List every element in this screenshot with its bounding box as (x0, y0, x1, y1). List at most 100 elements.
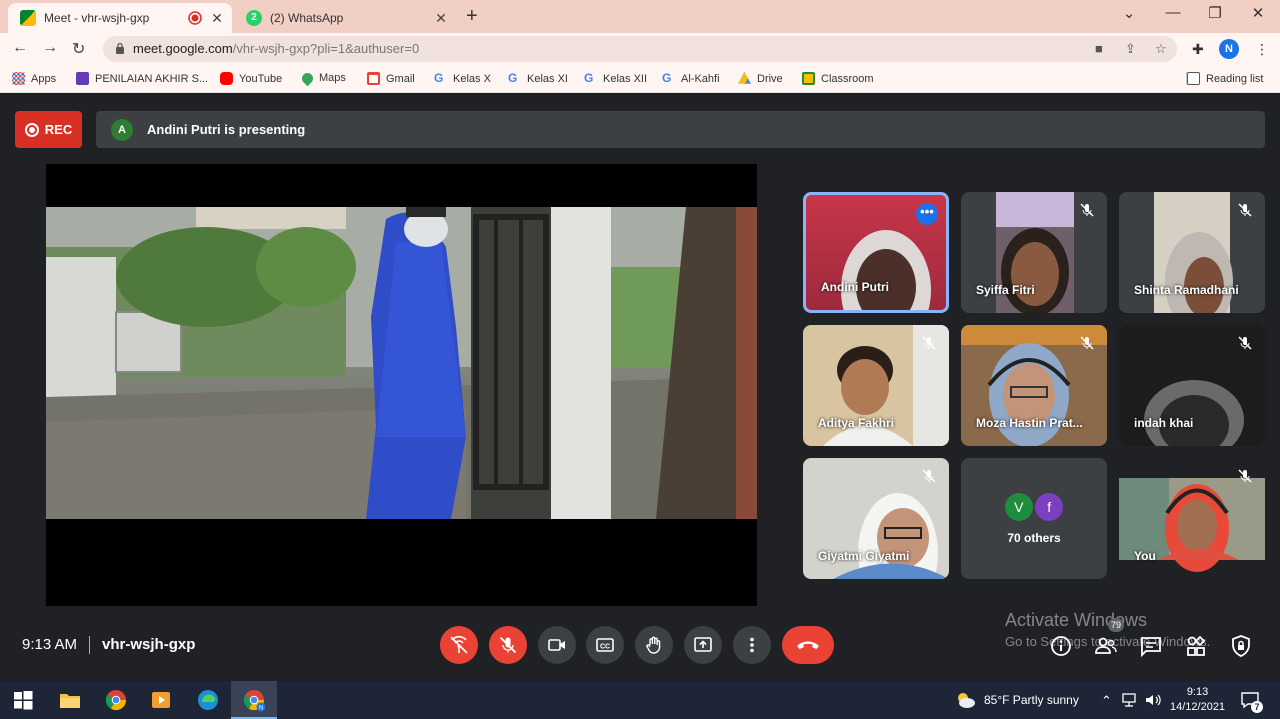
meeting-info: 9:13 AM vhr-wsjh-gxp (22, 636, 195, 655)
participant-tile-giyatmi[interactable]: Giyatmi Giyatmi (803, 458, 949, 579)
drive-icon (738, 72, 751, 84)
bookmark-kelas-x[interactable]: G Kelas X (434, 72, 491, 85)
reload-icon[interactable]: ↻ (72, 39, 85, 59)
back-arrow-icon[interactable]: ← (12, 39, 28, 57)
captions-button[interactable]: CC (586, 626, 624, 664)
participant-tile-shinta-ramadhani[interactable]: Shinta Ramadhani (1119, 192, 1265, 313)
present-now-button[interactable] (684, 626, 722, 664)
microphone-button[interactable] (489, 626, 527, 664)
raise-hand-button[interactable] (635, 626, 673, 664)
close-tab-icon[interactable]: ✕ (432, 10, 450, 27)
meeting-details-icon[interactable] (1049, 634, 1073, 658)
recording-icon (188, 11, 202, 25)
video-camera-icon (548, 639, 565, 651)
close-window-button[interactable]: ✕ (1243, 4, 1273, 22)
weather-partly-sunny-icon (958, 693, 975, 708)
record-dot-icon (24, 122, 39, 137)
participant-tile-others[interactable]: V f 70 others (961, 458, 1107, 579)
camera-icon[interactable]: ■ (1095, 41, 1103, 56)
google-icon: G (584, 71, 594, 85)
close-tab-icon[interactable]: ✕ (208, 10, 226, 27)
participant-name: Giyatmi Giyatmi (818, 549, 910, 563)
people-icon[interactable] (1094, 634, 1118, 658)
file-explorer-icon[interactable] (58, 688, 82, 712)
presenting-banner: A Andini Putri is presenting (96, 111, 1265, 148)
show-hidden-icons[interactable]: ⌃ (1101, 693, 1112, 709)
mic-off-icon (922, 336, 936, 350)
system-clock[interactable]: 9:13 14/12/2021 (1170, 685, 1225, 715)
present-toggle-button[interactable] (440, 626, 478, 664)
presenter-text: Andini Putri is presenting (147, 122, 306, 137)
google-icon: G (434, 71, 444, 85)
star-icon[interactable]: ☆ (1155, 41, 1167, 57)
participant-name: Moza Hastin Prat... (976, 416, 1083, 430)
leave-call-button[interactable] (782, 626, 834, 664)
forms-icon (76, 72, 89, 85)
network-icon[interactable] (1122, 693, 1140, 707)
weather-text[interactable]: 85°F Partly sunny (984, 693, 1079, 707)
hand-icon (646, 636, 661, 654)
taskbar-chrome-active[interactable]: N (231, 681, 277, 719)
bookmark-maps[interactable]: Maps (299, 70, 346, 86)
bookmark-kelas-xi[interactable]: G Kelas XI (508, 72, 568, 85)
bookmark-apps[interactable]: Apps (12, 72, 56, 85)
notifications-button[interactable]: 7 (1240, 690, 1263, 713)
mic-off-icon (1080, 203, 1094, 217)
chrome-icon[interactable] (104, 688, 128, 712)
menu-icon[interactable]: ⋮ (1255, 41, 1269, 58)
bookmark-classroom[interactable]: Classroom (802, 72, 874, 85)
google-icon: G (662, 71, 672, 85)
present-screen-icon (694, 637, 712, 652)
participant-tile-indah-khai[interactable]: indah khai (1119, 325, 1265, 446)
bookmark-penilaian[interactable]: PENILAIAN AKHIR S... (76, 72, 208, 85)
forward-arrow-icon[interactable]: → (42, 39, 58, 57)
host-controls-icon[interactable] (1229, 634, 1253, 658)
people-count-badge: 79 (1108, 618, 1124, 632)
current-time: 9:13 AM (22, 636, 78, 653)
bookmark-drive[interactable]: Drive (738, 72, 783, 85)
activities-icon[interactable] (1184, 634, 1208, 658)
participant-name: Syiffa Fitri (976, 283, 1035, 297)
tab-search-icon[interactable]: ⌄ (1114, 4, 1144, 22)
extensions-icon[interactable]: ✚ (1192, 41, 1204, 58)
youtube-icon (220, 72, 233, 85)
windows-taskbar: N 85°F Partly sunny ⌃ 9:13 14/12/2021 7 (0, 681, 1280, 719)
participant-name: You (1134, 549, 1156, 563)
edge-icon[interactable] (196, 688, 220, 712)
windows-start-icon[interactable] (11, 688, 35, 712)
camera-button[interactable] (538, 626, 576, 664)
whatsapp-icon: 2 (246, 10, 262, 26)
presentation-video[interactable] (46, 164, 757, 606)
classroom-icon (802, 72, 815, 85)
volume-icon[interactable] (1145, 693, 1163, 707)
share-icon[interactable]: ⇪ (1125, 41, 1136, 57)
avatar-v: V (1004, 492, 1033, 521)
recording-indicator[interactable]: REC (15, 111, 82, 148)
address-bar[interactable]: meet.google.com/vhr-wsjh-gxp?pli=1&authu… (103, 36, 1177, 62)
participant-tile-you[interactable]: You (1119, 458, 1265, 579)
tab-meet[interactable]: Meet - vhr-wsjh-gxp ✕ (8, 3, 232, 33)
tab-whatsapp[interactable]: 2 (2) WhatsApp ✕ (234, 3, 456, 33)
bookmark-gmail[interactable]: Gmail (367, 72, 415, 85)
more-options-icon[interactable]: ••• (916, 203, 938, 225)
new-tab-button[interactable]: + (466, 5, 478, 28)
minimize-button[interactable]: — (1158, 4, 1188, 21)
profile-avatar[interactable]: N (1219, 39, 1239, 59)
mic-off-icon (1238, 469, 1252, 483)
chat-icon[interactable] (1139, 634, 1163, 658)
bookmark-kelas-xii[interactable]: G Kelas XII (584, 72, 647, 85)
participant-tile-moza-hastin[interactable]: Moza Hastin Prat... (961, 325, 1107, 446)
mic-off-icon (1238, 336, 1252, 350)
participant-tile-syiffa-fitri[interactable]: Syiffa Fitri (961, 192, 1107, 313)
participant-tile-andini-putri[interactable]: ••• Andini Putri (803, 192, 949, 313)
more-options-button[interactable] (733, 626, 771, 664)
bookmark-al-kahfi[interactable]: G Al-Kahfi (662, 72, 720, 85)
restore-button[interactable]: ❐ (1200, 4, 1230, 22)
bookmark-youtube[interactable]: YouTube (220, 72, 282, 85)
participant-tile-aditya-fakhri[interactable]: Aditya Fakhri (803, 325, 949, 446)
media-player-icon[interactable] (149, 688, 173, 712)
reading-list-button[interactable]: Reading list (1186, 72, 1263, 85)
phone-hangup-icon (797, 641, 819, 649)
video-frame (46, 207, 757, 519)
tab-bar: Meet - vhr-wsjh-gxp ✕ 2 (2) WhatsApp ✕ +… (0, 0, 1280, 33)
